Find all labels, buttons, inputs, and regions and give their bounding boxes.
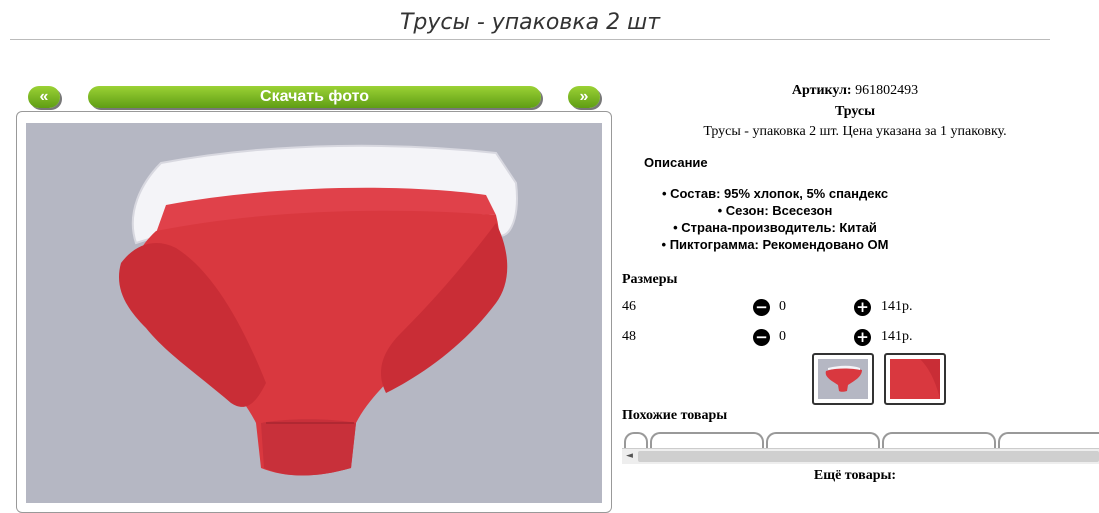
product-summary: Трусы - упаковка 2 шт. Цена указана за 1… [703, 124, 1007, 139]
thumbnail-image [890, 359, 940, 399]
article-label: Артикул: [791, 83, 852, 98]
scrollbar-thumb[interactable] [638, 451, 1099, 462]
next-photo-button[interactable]: » [568, 86, 600, 108]
prev-photo-button[interactable]: « [28, 86, 60, 108]
sizes-heading: Размеры [622, 272, 678, 287]
product-photo[interactable] [26, 123, 602, 503]
similar-heading: Похожие товары [622, 408, 728, 423]
product-category: Трусы [834, 104, 876, 119]
decrease-qty-icon[interactable]: − [753, 299, 770, 316]
feature-item: • Страна-производитель: Китай [673, 220, 877, 235]
article-value: 961802493 [855, 83, 919, 98]
size-value: 48 [622, 329, 636, 344]
feature-item: • Сезон: Всесезон [717, 203, 833, 218]
product-photo-frame [16, 111, 612, 513]
download-photo-button[interactable]: Скачать фото [88, 86, 541, 108]
feature-item: • Пиктограмма: Рекомендовано ОМ [661, 237, 889, 252]
price-value: 141р. [881, 299, 913, 314]
thumbnail-image [818, 359, 868, 399]
quantity-value: 0 [779, 329, 786, 344]
panties-illustration [118, 144, 518, 476]
photo-thumbnail[interactable] [884, 353, 946, 405]
photo-thumbnail[interactable] [812, 353, 874, 405]
price-value: 141р. [881, 329, 913, 344]
carousel-scrollbar[interactable]: ◄ [622, 448, 1099, 464]
title-divider [10, 39, 1050, 40]
increase-qty-icon[interactable]: + [854, 299, 871, 316]
article-line: Артикул: 961802493 [610, 83, 1099, 99]
increase-qty-icon[interactable]: + [854, 329, 871, 346]
decrease-qty-icon[interactable]: − [753, 329, 770, 346]
page-title: Трусы - упаковка 2 шт [399, 10, 661, 35]
more-products-heading: Ещё товары: [813, 468, 897, 483]
size-value: 46 [622, 299, 636, 314]
description-heading: Описание [644, 155, 708, 170]
size-row: 46 − 0 + 141р. [622, 299, 942, 317]
feature-item: • Состав: 95% хлопок, 5% спандекс [661, 186, 889, 201]
quantity-value: 0 [779, 299, 786, 314]
size-row: 48 − 0 + 141р. [622, 329, 942, 347]
scroll-left-icon[interactable]: ◄ [622, 449, 637, 464]
